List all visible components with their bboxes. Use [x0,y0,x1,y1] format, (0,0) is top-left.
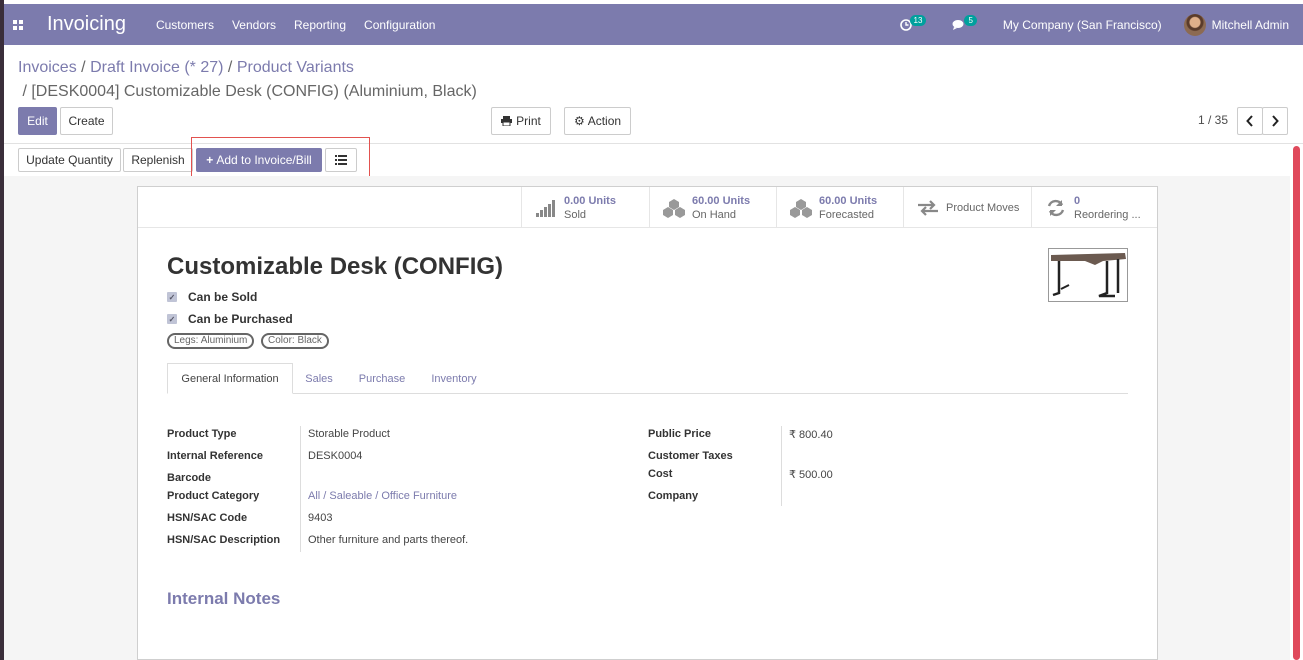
print-button[interactable]: Print [491,107,551,135]
field-product-category[interactable]: All / Saleable / Office Furniture [308,490,457,502]
can-be-purchased-checkbox[interactable]: ✓ Can be Purchased [167,312,293,326]
field-internal-reference: DESK0004 [308,450,363,462]
label-customer-taxes: Customer Taxes [648,450,733,462]
breadcrumb-current: [DESK0004] Customizable Desk (CONFIG) (A… [31,83,477,100]
tab-sales[interactable]: Sales [297,363,341,394]
menu-customers[interactable]: Customers [156,18,214,32]
stat-reordering-label: Reordering ... [1074,208,1141,221]
field-cost: ₹ 500.00 [789,469,833,481]
cubes-icon [789,196,813,220]
stat-product-moves[interactable]: Product Moves [903,187,1031,228]
label-product-category: Product Category [167,490,260,502]
field-divider [300,426,301,552]
stat-sold-value: 0.00 Units [564,194,616,207]
stat-sold[interactable]: 0.00 Units Sold [521,187,649,228]
label-hsn-sac-code: HSN/SAC Code [167,512,248,524]
avatar[interactable] [1183,13,1206,36]
breadcrumb-separator: / [227,59,233,76]
can-be-purchased-label: Can be Purchased [188,312,293,326]
label-company: Company [648,490,699,502]
checkbox-icon: ✓ [167,314,177,324]
app-name[interactable]: Invoicing [47,13,126,36]
stat-reordering-value: 0 [1074,194,1081,207]
stat-on-hand[interactable]: 60.00 Units On Hand [649,187,776,228]
cubes-icon [662,196,686,220]
label-product-type: Product Type [167,428,237,440]
edit-button[interactable]: Edit [18,107,57,135]
label-public-price: Public Price [648,428,711,440]
smart-buttons: 0.00 Units Sold 60.00 Units On Hand 60.00 … [521,187,1157,228]
breadcrumb-draft-invoice[interactable]: Draft Invoice (* 27) [90,59,223,76]
field-public-price: ₹ 800.40 [789,429,833,441]
form-sheet: 0.00 Units Sold 60.00 Units On Hand 60.00 … [137,186,1158,660]
smart-buttons-divider [138,227,1157,228]
user-menu[interactable]: Mitchell Admin [1212,18,1289,32]
messages-button[interactable]: 5 [952,15,977,31]
scrollbar[interactable] [1293,146,1300,660]
refresh-icon [1044,196,1068,220]
checkbox-icon: ✓ [167,292,177,302]
stat-product-moves-label: Product Moves [946,201,1020,214]
label-internal-reference: Internal Reference [167,450,263,462]
label-hsn-sac-description: HSN/SAC Description [167,534,281,546]
create-button[interactable]: Create [60,107,113,135]
breadcrumb-separator: / [81,59,86,76]
breadcrumb: Invoices / Draft Invoice (* 27) / Produc… [18,56,618,104]
stat-forecasted[interactable]: 60.00 Units Forecasted [776,187,903,228]
tab-inventory[interactable]: Inventory [422,363,486,394]
apps-menu-icon[interactable] [4,19,32,30]
breadcrumb-separator: / [22,83,27,100]
label-cost: Cost [648,468,673,480]
exchange-icon [916,196,940,220]
menu-reporting[interactable]: Reporting [294,18,346,32]
chevron-left-icon [1246,115,1253,127]
label-barcode: Barcode [167,472,212,484]
chevron-right-icon [1272,115,1279,127]
field-hsn-sac-code: 9403 [308,512,333,524]
product-title: Customizable Desk (CONFIG) [167,253,504,280]
stat-forecasted-value: 60.00 Units [819,194,878,207]
pager-next-button[interactable] [1262,107,1288,135]
pager-previous-button[interactable] [1237,107,1263,135]
tab-general-information[interactable]: General Information [167,363,293,394]
breadcrumb-product-variants[interactable]: Product Variants [237,59,354,76]
replenish-button[interactable]: Replenish [123,148,193,172]
activity-badge: 13 [909,15,927,26]
notebook-tabs: General Information Sales Purchase Inven… [167,363,1128,394]
can-be-sold-checkbox[interactable]: ✓ Can be Sold [167,290,257,304]
stat-reordering[interactable]: 0 Reordering ... [1031,187,1157,228]
stat-on-hand-value: 60.00 Units [692,194,751,207]
activity-button[interactable]: 13 [899,15,927,31]
tab-purchase[interactable]: Purchase [349,363,415,394]
field-divider [781,426,782,506]
pager-value[interactable]: 1 / 35 [1198,113,1228,127]
top-navbar: Invoicing Customers Vendors Reporting Co… [4,4,1303,45]
stat-forecasted-label: Forecasted [819,208,875,221]
can-be-sold-label: Can be Sold [188,290,258,304]
stat-sold-label: Sold [564,208,587,221]
attribute-tag: Legs: Aluminium [167,333,255,349]
product-image[interactable] [1048,248,1128,302]
messages-badge: 5 [964,15,977,26]
menu-configuration[interactable]: Configuration [364,18,435,32]
company-switcher[interactable]: My Company (San Francisco) [1003,18,1162,32]
gear-icon: ⚙ [573,114,585,128]
update-quantity-button[interactable]: Update Quantity [18,148,121,172]
field-product-type: Storable Product [308,428,390,440]
attribute-tag: Color: Black [261,333,329,349]
print-icon [501,116,513,126]
bar-chart-icon [534,196,558,220]
field-hsn-sac-description: Other furniture and parts thereof. [308,534,469,546]
menu-vendors[interactable]: Vendors [232,18,276,32]
breadcrumb-invoices[interactable]: Invoices [18,59,77,76]
internal-notes-heading: Internal Notes [167,589,281,608]
print-label: Print [516,114,541,128]
action-button[interactable]: ⚙ Action [564,107,631,135]
stat-on-hand-label: On Hand [692,208,737,221]
action-label: Action [587,114,622,128]
